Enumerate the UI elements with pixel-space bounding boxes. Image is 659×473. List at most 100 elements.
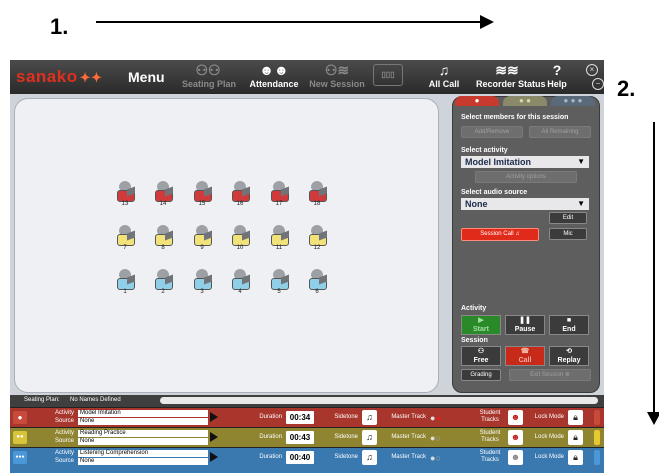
student-seat-7[interactable]: 7	[113, 225, 137, 253]
student-seat-18[interactable]: 18	[305, 181, 329, 209]
start-button[interactable]: ▶ Start	[461, 315, 501, 335]
student-seat-14[interactable]: 14	[151, 181, 175, 209]
source-label: Source	[54, 458, 74, 464]
lock-icon[interactable]: 🔒︎	[568, 410, 583, 425]
seat-number: 16	[236, 201, 244, 207]
toolbar-all-call[interactable]: ♫ All Call	[424, 62, 464, 90]
student-seat-10[interactable]: 10	[228, 225, 252, 253]
student-seat-17[interactable]: 17	[267, 181, 291, 209]
exit-session-button[interactable]: Exit Session ⊗	[509, 369, 591, 381]
seat-number: 1	[123, 289, 127, 295]
activity-label: Activity	[54, 450, 74, 456]
dropdown-arrow-icon: ▼	[577, 157, 585, 166]
mic-button[interactable]: Mic	[549, 228, 587, 240]
source-label: Source	[54, 418, 74, 424]
sidetone-headset-icon[interactable]: ♫	[362, 450, 377, 465]
activity-field: Reading Practice	[78, 430, 208, 437]
track-tab-1[interactable]: ●	[13, 411, 27, 424]
student-seat-3[interactable]: 3	[190, 269, 214, 297]
vertical-arrow	[647, 122, 659, 425]
source-field: None	[78, 458, 208, 465]
toolbar-recorder-device[interactable]: ▯▯▯	[372, 62, 404, 86]
student-seat-1[interactable]: 1	[113, 269, 137, 297]
student-tracks-icon[interactable]: ☻	[508, 410, 523, 425]
seating-plan-field	[160, 397, 598, 404]
toolbar-new-session[interactable]: ⚇≋ New Session	[308, 62, 366, 90]
source-field: None	[78, 438, 208, 445]
call-icon: ☎	[520, 348, 530, 355]
tab-activity-3[interactable]: ● ● ●	[551, 96, 595, 106]
free-button[interactable]: ⚇ Free	[461, 346, 501, 366]
play-icon[interactable]	[210, 432, 218, 442]
track-endcap	[594, 450, 600, 465]
tab-activity-2[interactable]: ● ●	[503, 96, 547, 106]
dropdown-arrow-icon: ▼	[577, 199, 585, 208]
grading-button[interactable]: Grading	[461, 369, 501, 381]
edit-button[interactable]: Edit	[549, 212, 587, 224]
tab-activity-1[interactable]: ●	[455, 96, 499, 106]
menu-button[interactable]: Menu	[128, 69, 165, 85]
student-seat-12[interactable]: 12	[305, 225, 329, 253]
activity-options-button[interactable]: Activity options	[475, 171, 577, 183]
student-seat-13[interactable]: 13	[113, 181, 137, 209]
select-members-label: Select members for this session	[461, 114, 569, 121]
pause-button[interactable]: ❚❚ Pause	[505, 315, 545, 335]
sanako-app-window: sanako ✦✦ Menu ⚇⚇ Seating Plan ☻☻ Attenda…	[10, 60, 604, 473]
toolbar-attendance[interactable]: ☻☻ Attendance	[248, 62, 300, 90]
source-field: None	[78, 418, 208, 425]
end-button[interactable]: ■ End	[549, 315, 589, 335]
lock-icon[interactable]: 🔒︎	[568, 450, 583, 465]
sidetone-headset-icon[interactable]: ♫	[362, 410, 377, 425]
duration-value: 00:40	[286, 451, 314, 464]
duration-value: 00:34	[286, 411, 314, 424]
seat-number: 13	[121, 201, 129, 207]
track-endcap	[594, 430, 600, 445]
student-seat-4[interactable]: 4	[228, 269, 252, 297]
seat-number: 7	[123, 245, 127, 251]
activity-select[interactable]: Model Imitation ▼	[461, 156, 589, 168]
student-seat-9[interactable]: 9	[190, 225, 214, 253]
call-button[interactable]: ☎ Call	[505, 346, 545, 366]
master-track-record-icon[interactable]: ●○	[430, 453, 441, 463]
track-row-1: ● Activity Source Model Imitation None D…	[10, 407, 604, 427]
toolbar-seating-plan[interactable]: ⚇⚇ Seating Plan	[182, 62, 236, 90]
student-seat-11[interactable]: 11	[267, 225, 291, 253]
activity-label: Activity	[54, 430, 74, 436]
audio-source-select[interactable]: None ▼	[461, 198, 589, 210]
student-seat-16[interactable]: 16	[228, 181, 252, 209]
activity-label: Activity	[54, 410, 74, 416]
seating-plan-label: Seating Plan:	[24, 397, 60, 403]
lock-icon[interactable]: 🔒︎	[568, 430, 583, 445]
master-track-record-icon[interactable]: ●○	[430, 433, 441, 443]
replay-button[interactable]: ⟲ Replay	[549, 346, 589, 366]
duration-value: 00:43	[286, 431, 314, 444]
play-icon[interactable]	[210, 412, 218, 422]
activity-heading: Activity	[461, 305, 487, 312]
seat-number: 10	[236, 245, 244, 251]
student-tracks-icon[interactable]: ☻	[508, 450, 523, 465]
student-seat-5[interactable]: 5	[267, 269, 291, 297]
add-remove-button[interactable]: Add/Remove	[461, 126, 523, 138]
student-seat-8[interactable]: 8	[151, 225, 175, 253]
track-tab-3[interactable]: ●●●	[13, 451, 27, 464]
student-tracks-label: Student Tracks	[479, 430, 501, 443]
minimize-icon[interactable]: −	[592, 78, 604, 90]
master-track-record-icon[interactable]: ●●	[430, 413, 441, 423]
student-tracks-icon[interactable]: ☻	[508, 430, 523, 445]
student-tracks-label: Student Tracks	[479, 450, 501, 463]
sidetone-label: Sidetone	[334, 434, 358, 440]
all-remaining-button[interactable]: All Remaining	[529, 126, 591, 138]
track-tab-2[interactable]: ●●	[13, 431, 27, 444]
student-seat-6[interactable]: 6	[305, 269, 329, 297]
play-icon[interactable]	[210, 452, 218, 462]
toolbar-recorder-status[interactable]: ≋≋ Recorder Status	[476, 62, 546, 90]
session-call-button[interactable]: Session Call ♫	[461, 228, 539, 241]
source-label: Source	[54, 438, 74, 444]
step-1-label: 1.	[50, 14, 69, 39]
student-seat-15[interactable]: 15	[190, 181, 214, 209]
student-seat-2[interactable]: 2	[151, 269, 175, 297]
lock-mode-label: Lock Mode	[534, 454, 564, 460]
toolbar-help[interactable]: ? Help	[542, 62, 572, 90]
close-icon[interactable]: ×	[586, 64, 598, 76]
sidetone-headset-icon[interactable]: ♫	[362, 430, 377, 445]
